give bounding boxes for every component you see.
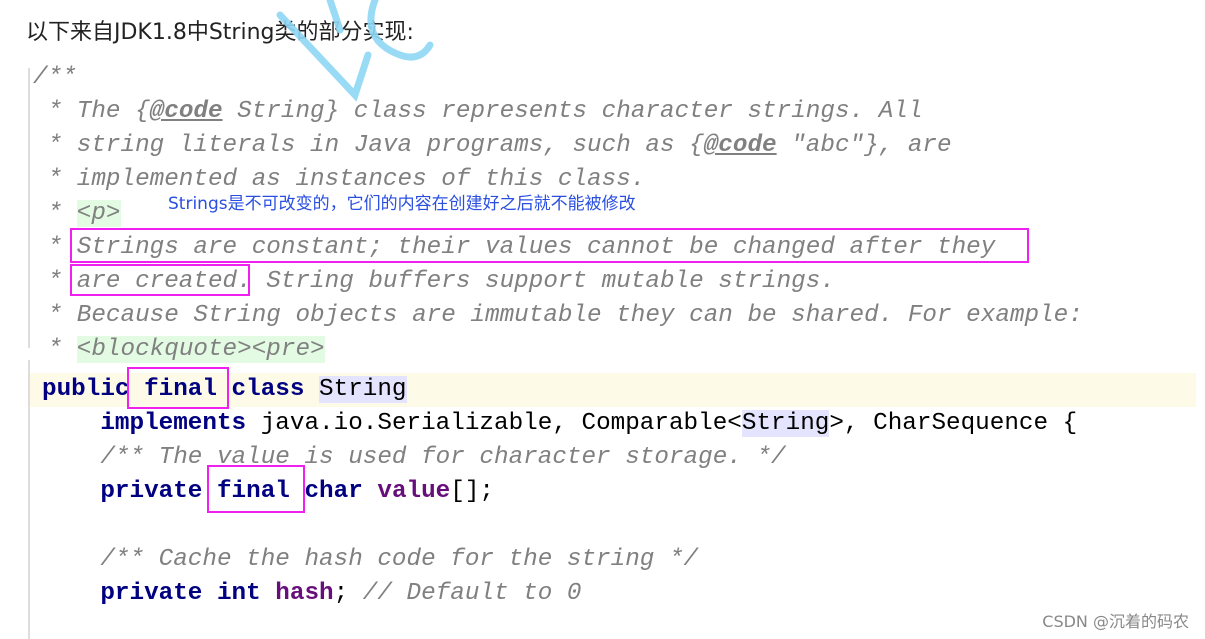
code-line: /** The value is used for character stor… — [42, 441, 786, 475]
highlight-box-class-final — [127, 367, 229, 409]
code-token: @code — [703, 132, 777, 159]
code-token: * Because String objects are immutable t… — [33, 302, 1083, 329]
code-token: /** — [33, 64, 77, 91]
code-token: implements — [42, 410, 261, 437]
gutter-divider — [28, 68, 30, 348]
highlight-box-are-created — [70, 264, 250, 296]
code-token: * — [33, 200, 77, 227]
code-line: private int hash; // Default to 0 — [42, 577, 582, 611]
code-token: String} class represents character strin… — [222, 98, 923, 125]
comment-line: * <blockquote><pre> — [33, 333, 325, 367]
code-token: String — [319, 376, 407, 403]
comment-line: * string literals in Java programs, such… — [33, 129, 952, 163]
code-token: <blockquote><pre> — [76, 336, 325, 363]
highlight-box-field-final — [207, 465, 305, 513]
code-token: { — [135, 98, 150, 125]
code-line: implements java.io.Serializable, Compara… — [42, 407, 1077, 441]
code-token: <p> — [76, 200, 121, 227]
code-token: String — [741, 410, 830, 437]
code-token: java.io.Serializable, Comparable< — [260, 410, 742, 437]
code-token: * string literals in Java programs, such… — [33, 132, 704, 159]
code-token: * — [33, 336, 77, 363]
code-token: hash — [275, 580, 334, 607]
code-token: ; — [333, 580, 363, 607]
annotation-text: Strings是不可改变的，它们的内容在创建好之后就不能被修改 — [168, 194, 636, 214]
comment-line: * <p> — [33, 197, 121, 231]
code-token: // Default to 0 — [362, 580, 582, 607]
code-token: * The — [33, 98, 136, 125]
code-token: /** The value is used for character stor… — [42, 444, 786, 471]
code-token: []; — [450, 478, 495, 505]
code-token: >, CharSequence { — [829, 410, 1078, 437]
comment-line: * The {@code String} class represents ch… — [33, 95, 923, 129]
code-token: /** Cache the hash code for the string *… — [42, 546, 699, 573]
comment-line: * Because String objects are immutable t… — [33, 299, 1083, 333]
code-token: private int — [42, 580, 276, 607]
code-token: "abc"}, are — [776, 132, 952, 159]
highlight-box-strings-constant — [70, 228, 1029, 263]
code-token: value — [377, 478, 451, 505]
csdn-watermark: CSDN @沉着的码农 — [1042, 612, 1189, 631]
comment-line: /** — [33, 61, 77, 95]
code-line: /** Cache the hash code for the string *… — [42, 543, 698, 577]
code-token: @code — [149, 98, 223, 125]
